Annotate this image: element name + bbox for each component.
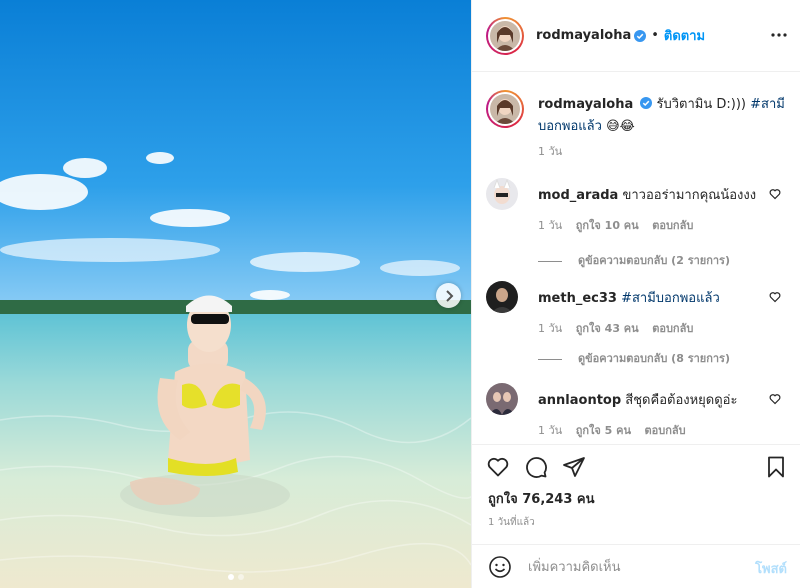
comment-username[interactable]: annlaontop (538, 393, 621, 408)
reply-button[interactable]: ตอบกลับ (652, 322, 693, 335)
author-avatar[interactable] (486, 16, 524, 55)
reply-button[interactable]: ตอบกลับ (645, 424, 686, 437)
comment-body[interactable]: #สามีบอกพอแล้ว (621, 291, 720, 306)
replies-line (538, 260, 562, 262)
bookmark-icon (768, 456, 784, 478)
comment-text: mod_arada ขาวออร่ามากคุณน้องงง (538, 184, 756, 205)
share-button[interactable] (562, 455, 586, 483)
save-button[interactable] (764, 455, 788, 483)
post-side-panel: rodmayaloha • ติดตาม rodmayaloha รับวิตา… (471, 0, 800, 588)
avatar-image (490, 94, 520, 124)
commenter-avatar[interactable] (486, 383, 518, 415)
caption-avatar[interactable] (486, 90, 524, 128)
add-comment-bar: โพสต์ (472, 544, 800, 588)
verified-badge-icon (640, 97, 653, 109)
comment-text: meth_ec33 #สามีบอกพอแล้ว (538, 287, 720, 308)
beach-photo (0, 0, 471, 588)
action-icons (486, 455, 586, 483)
post-time: 1 วันที่แล้ว (488, 517, 535, 528)
share-icon (563, 457, 585, 477)
view-replies-label: ดูข้อความตอบกลับ (2 รายการ) (578, 254, 730, 267)
comment-icon (526, 457, 547, 478)
more-options-icon[interactable] (771, 27, 787, 43)
comment-username[interactable]: mod_arada (538, 188, 618, 203)
comment-meta: 1 วัน ถูกใจ 5 คน ตอบกลับ (538, 421, 696, 439)
caption-emoji: 😅😂 (606, 119, 635, 134)
comment-likes[interactable]: ถูกใจ 5 คน (576, 424, 631, 437)
post-header: rodmayaloha • ติดตาม (472, 0, 800, 72)
heart-icon[interactable] (769, 291, 781, 303)
comment-time: 1 วัน (538, 219, 563, 232)
chevron-right-icon (445, 289, 453, 302)
carousel-dot-active (227, 574, 234, 580)
reply-button[interactable]: ตอบกลับ (652, 219, 693, 232)
likes-count[interactable]: ถูกใจ 76,243 คน (488, 488, 595, 509)
comment-meta: 1 วัน ถูกใจ 43 คน ตอบกลับ (538, 319, 703, 337)
caption-body: รับวิตามิน D:))) (656, 97, 746, 112)
avatar-image (490, 20, 520, 51)
like-button[interactable] (486, 455, 510, 483)
comment-body: ขาวออร่ามากคุณน้องงง (622, 188, 757, 203)
carousel-indicator (0, 574, 471, 580)
emoji-icon[interactable] (488, 555, 512, 579)
separator-dot: • (651, 28, 659, 43)
caption-username[interactable]: rodmayaloha (538, 97, 633, 112)
comment-button[interactable] (524, 455, 548, 483)
next-photo-button[interactable] (436, 283, 461, 308)
view-replies-button[interactable]: ดูข้อความตอบกลับ (8 รายการ) (538, 349, 730, 367)
post-actions: ถูกใจ 76,243 คน 1 วันที่แล้ว (472, 444, 800, 544)
post-comment-button[interactable]: โพสต์ (755, 558, 787, 579)
heart-icon[interactable] (769, 393, 781, 405)
commenter-avatar[interactable] (486, 178, 518, 210)
replies-line (538, 358, 562, 360)
comment-likes[interactable]: ถูกใจ 43 คน (576, 322, 639, 335)
comment-time: 1 วัน (538, 424, 563, 437)
view-replies-button[interactable]: ดูข้อความตอบกลับ (2 รายการ) (538, 251, 730, 269)
follow-button[interactable]: ติดตาม (664, 25, 705, 46)
author-username[interactable]: rodmayaloha (536, 28, 631, 43)
comment-body: สีชุดคือต้องหยุดดูอ่ะ (625, 393, 738, 408)
comment-time: 1 วัน (538, 322, 563, 335)
view-replies-label: ดูข้อความตอบกลับ (8 รายการ) (578, 352, 730, 365)
post-photo[interactable] (0, 0, 471, 588)
comment-meta: 1 วัน ถูกใจ 10 คน ตอบกลับ (538, 216, 703, 234)
comment-input[interactable] (528, 556, 728, 578)
caption-time: 1 วัน (538, 145, 563, 158)
commenter-avatar[interactable] (486, 281, 518, 313)
comment-username[interactable]: meth_ec33 (538, 291, 617, 306)
comments-list[interactable]: rodmayaloha รับวิตามิน D:))) #สามีบอกพอแ… (472, 72, 800, 444)
header-info: rodmayaloha • ติดตาม (536, 25, 705, 46)
comment-text: annlaontop สีชุดคือต้องหยุดดูอ่ะ (538, 389, 737, 410)
caption-text: rodmayaloha รับวิตามิน D:))) #สามีบอกพอแ… (538, 94, 788, 138)
heart-icon[interactable] (769, 188, 781, 200)
carousel-dot (237, 574, 244, 580)
comment-likes[interactable]: ถูกใจ 10 คน (576, 219, 639, 232)
heart-icon (487, 457, 509, 477)
instagram-post: rodmayaloha • ติดตาม rodmayaloha รับวิตา… (0, 0, 800, 588)
verified-badge-icon (634, 29, 647, 42)
